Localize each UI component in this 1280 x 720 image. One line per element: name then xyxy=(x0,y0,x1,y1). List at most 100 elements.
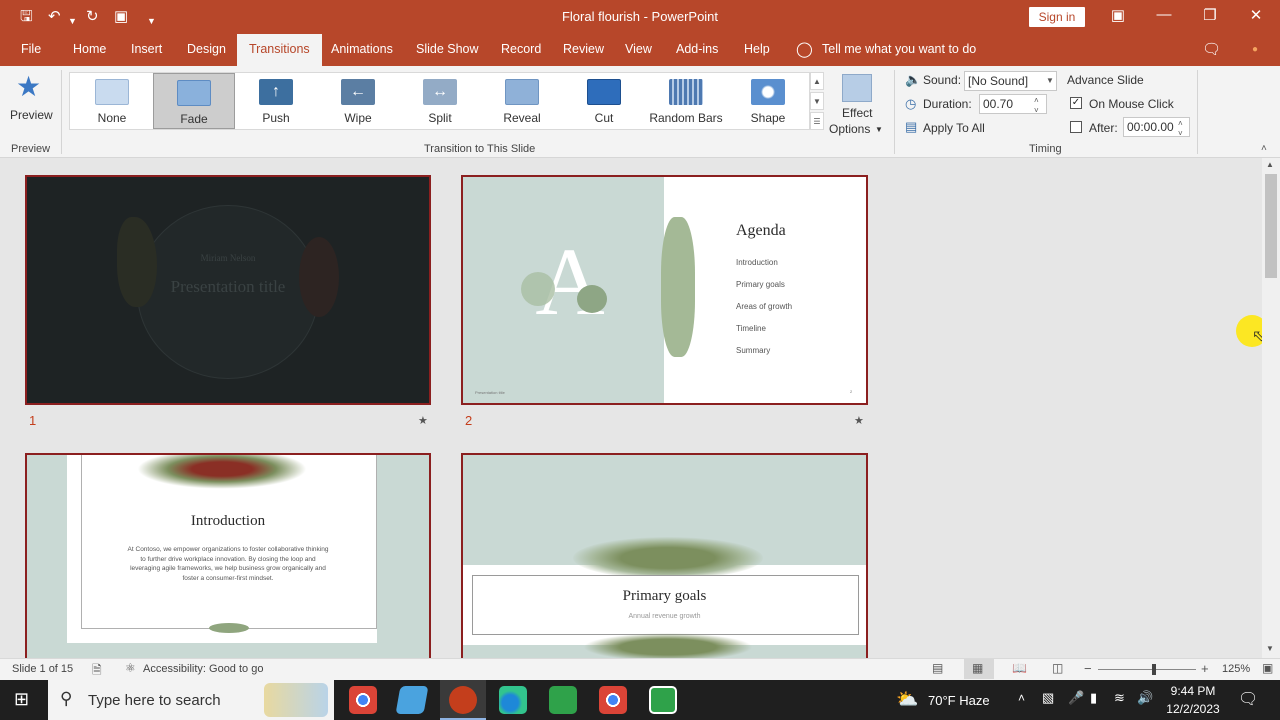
title-bar: 🖫 ↶ ▼ ↻ ▣ ▼ Floral flourish - PowerPoint… xyxy=(0,0,1280,34)
transition-star-icon[interactable]: ★ xyxy=(418,414,428,427)
effect-options-button[interactable]: Effect Options ▼ xyxy=(826,70,888,140)
slide-sorter-icon[interactable]: ▦ xyxy=(972,661,983,675)
scroll-up-icon[interactable]: ▲ xyxy=(1266,160,1274,169)
slide-thumbnail-1[interactable]: Miriam Nelson Presentation title xyxy=(25,175,431,405)
weather-text[interactable]: 70°F Haze xyxy=(928,693,990,708)
accessibility-icon[interactable]: ⚛ xyxy=(125,661,136,675)
zoom-slider-track[interactable] xyxy=(1098,669,1196,670)
tab-home[interactable]: Home xyxy=(73,42,106,56)
tab-animations[interactable]: Animations xyxy=(331,42,393,56)
volume-icon[interactable]: 🔊 xyxy=(1137,690,1153,706)
clock-time[interactable]: 9:44 PM xyxy=(1165,684,1221,698)
tab-slide-show[interactable]: Slide Show xyxy=(416,42,479,56)
tab-design[interactable]: Design xyxy=(187,42,226,56)
restore-icon[interactable]: ❐ xyxy=(1198,6,1222,24)
preview-button[interactable]: ★ Preview xyxy=(4,70,56,134)
after-time-stepper[interactable]: 00:00.00 ˄ ˅ xyxy=(1123,117,1190,138)
accessibility-status[interactable]: Accessibility: Good to go xyxy=(143,663,263,675)
comments-icon[interactable]: 🗨 xyxy=(1202,40,1221,58)
sound-value: [No Sound] xyxy=(968,74,1029,88)
effect-fade[interactable]: Fade xyxy=(153,73,235,129)
tab-transitions[interactable]: Transitions xyxy=(237,34,322,66)
agenda-item: Timeline xyxy=(736,324,766,333)
gallery-more-icon[interactable]: ☰ xyxy=(810,112,824,130)
tab-review[interactable]: Review xyxy=(563,42,604,56)
apply-all-icon: ▤ xyxy=(905,119,918,134)
wifi-icon[interactable]: ≋ xyxy=(1114,690,1125,706)
normal-view-icon[interactable]: ▤ xyxy=(932,661,943,675)
camtasia-icon[interactable] xyxy=(549,686,577,714)
scroll-thumb[interactable] xyxy=(1265,174,1277,278)
slide-page-number: 2 xyxy=(850,389,853,394)
tab-record[interactable]: Record xyxy=(501,42,541,56)
chevron-down-icon: ▼ xyxy=(875,125,883,134)
tab-add-ins[interactable]: Add-ins xyxy=(676,42,718,56)
tab-insert[interactable]: Insert xyxy=(131,42,162,56)
after-checkbox[interactable] xyxy=(1070,121,1082,133)
effect-wipe[interactable]: ← Wipe xyxy=(317,73,399,129)
effect-none[interactable]: None xyxy=(70,73,154,129)
gallery-scroll-up-icon[interactable]: ▲ xyxy=(810,72,824,90)
close-icon[interactable]: ✕ xyxy=(1244,6,1268,24)
effect-label: Push xyxy=(262,111,290,125)
slide-title: Introduction xyxy=(190,513,266,529)
chrome-icon[interactable] xyxy=(349,686,377,714)
taskbar-search-box[interactable]: ⚲ Type here to search xyxy=(48,680,334,720)
status-bar: Slide 1 of 15 🗎 ⚛ Accessibility: Good to… xyxy=(0,658,1280,680)
app-icon[interactable] xyxy=(395,686,429,714)
stepper-down-icon[interactable]: ˅ xyxy=(1034,102,1039,120)
group-divider xyxy=(1197,70,1198,154)
tab-view[interactable]: View xyxy=(625,42,652,56)
network-device-icon[interactable]: ▧ xyxy=(1042,690,1054,706)
slide-thumbnail-4[interactable]: Primary goals Annual revenue growth xyxy=(461,453,868,658)
edge-icon[interactable] xyxy=(499,686,527,714)
chrome-profile-icon[interactable] xyxy=(599,686,627,714)
on-mouse-click-checkbox[interactable]: ✓ xyxy=(1070,97,1082,109)
slide-thumbnail-3[interactable]: Introduction At Contoso, we empower orga… xyxy=(25,453,431,658)
reading-view-icon[interactable]: 📖 xyxy=(1012,661,1027,675)
transition-star-icon[interactable]: ★ xyxy=(854,414,864,427)
effect-shape[interactable]: Shape xyxy=(727,73,809,129)
scroll-down-icon[interactable]: ▼ xyxy=(1266,644,1274,653)
slide-number: 1 xyxy=(29,413,37,428)
title-box xyxy=(472,575,859,635)
collapse-ribbon-icon[interactable]: ˄ xyxy=(1261,143,1267,154)
effect-split[interactable]: ↔ Split xyxy=(399,73,481,129)
zoom-out-icon[interactable]: − xyxy=(1084,661,1092,676)
effect-random-bars[interactable]: Random Bars xyxy=(645,73,727,129)
vertical-scrollbar[interactable]: ▲ ▼ xyxy=(1262,158,1280,658)
tab-help[interactable]: Help xyxy=(744,42,770,56)
minimize-icon[interactable]: — xyxy=(1152,6,1176,23)
windows-start-icon[interactable]: ⊞ xyxy=(14,689,29,710)
slide-show-icon[interactable]: ◫ xyxy=(1052,661,1063,675)
apply-to-all-button[interactable]: ▤ Apply To All xyxy=(905,119,995,137)
effect-push[interactable]: ↑ Push xyxy=(235,73,317,129)
weather-icon[interactable]: ⛅ xyxy=(896,689,918,710)
stepper-down-icon[interactable]: ˅ xyxy=(1178,125,1183,143)
effect-reveal[interactable]: Reveal xyxy=(481,73,563,129)
duration-stepper[interactable]: 00.70 ˄ ˅ xyxy=(979,94,1047,115)
notifications-icon[interactable]: 🗨 xyxy=(1238,689,1258,709)
effect-cut[interactable]: Cut xyxy=(563,73,645,129)
slide-thumbnail-2[interactable]: A Agenda Introduction Primary goals Area… xyxy=(461,175,868,405)
show-hidden-icons-icon[interactable]: ˄ xyxy=(1018,691,1025,705)
microphone-icon[interactable]: 🎤 xyxy=(1068,690,1084,706)
fern-decoration xyxy=(661,217,695,357)
zoom-level[interactable]: 125% xyxy=(1222,663,1250,675)
ribbon-display-options-icon[interactable]: ▣ xyxy=(1106,6,1130,24)
fit-to-window-icon[interactable]: ▣ xyxy=(1262,661,1273,675)
tell-me-search[interactable]: Tell me what you want to do xyxy=(822,42,976,56)
powerpoint-icon[interactable] xyxy=(449,686,477,714)
camtasia-recorder-icon[interactable] xyxy=(649,686,677,714)
spelling-check-icon[interactable]: 🗎 xyxy=(92,661,102,682)
sign-in-button[interactable]: Sign in xyxy=(1029,7,1085,27)
clock-date[interactable]: 12/2/2023 xyxy=(1161,702,1225,716)
sound-select[interactable]: [No Sound] ▼ xyxy=(964,71,1057,91)
battery-icon[interactable]: ▮ xyxy=(1090,690,1097,706)
preview-label: Preview xyxy=(10,108,53,122)
zoom-slider-thumb[interactable] xyxy=(1151,664,1156,675)
zoom-in-icon[interactable]: + xyxy=(1201,661,1209,676)
gallery-scroll-down-icon[interactable]: ▼ xyxy=(810,92,824,110)
ribbon: ★ Preview Preview None Fade ↑ Push ← Wip… xyxy=(0,66,1280,158)
tab-file[interactable]: File xyxy=(21,42,41,56)
